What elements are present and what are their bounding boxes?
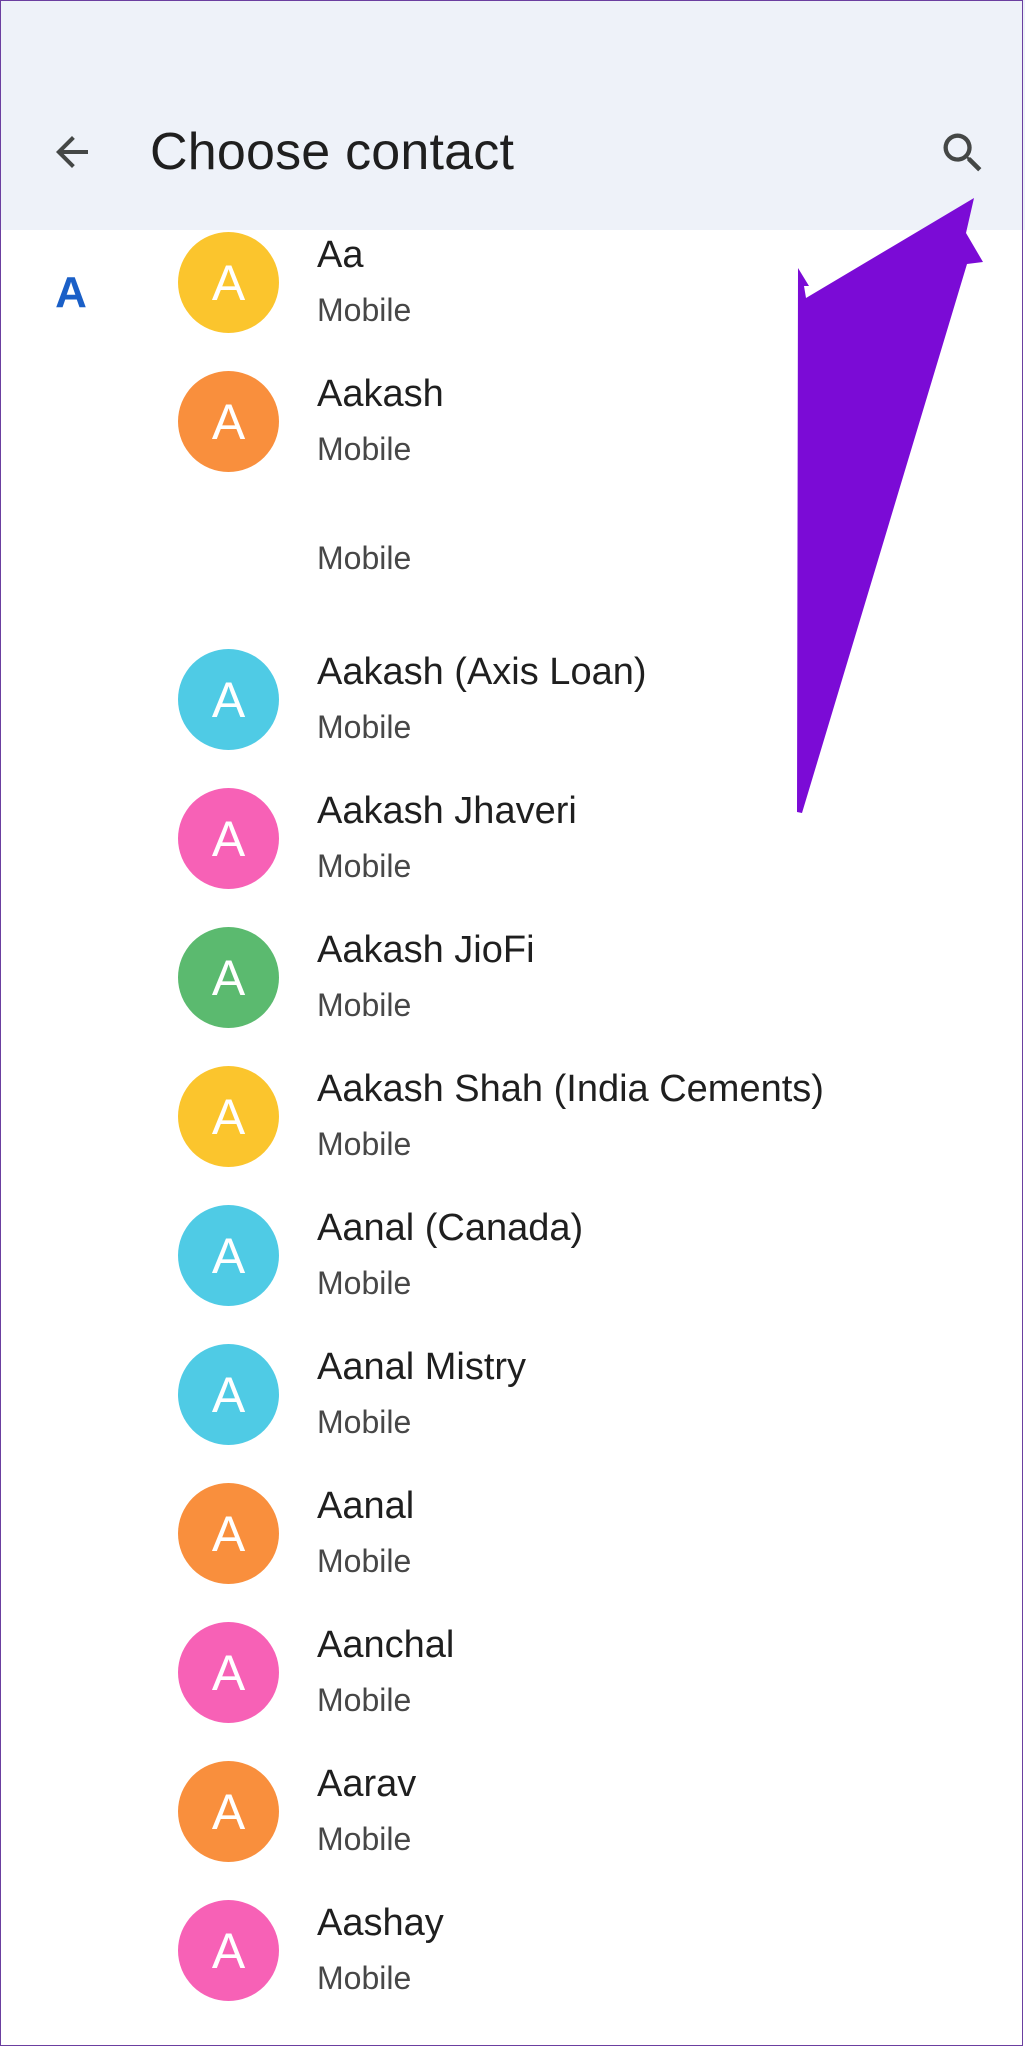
contact-avatar: A bbox=[178, 371, 279, 472]
contact-row[interactable]: A Aanal Mobile bbox=[0, 1481, 1025, 1620]
contact-number-type: Mobile bbox=[317, 1682, 412, 1718]
contact-row[interactable]: A Aakash Mobile bbox=[0, 369, 1025, 508]
contact-number-type: Mobile bbox=[317, 1126, 412, 1162]
contact-row[interactable]: A Aashay Mobile bbox=[0, 1898, 1025, 2037]
contact-avatar: A bbox=[178, 1761, 279, 1862]
contact-row[interactable]: A Aakash (Axis Loan) Mobile bbox=[0, 647, 1025, 786]
contact-avatar: A bbox=[178, 1622, 279, 1723]
contact-name: Aanal Mistry bbox=[317, 1346, 527, 1388]
contact-name: Aanchal bbox=[317, 1624, 455, 1666]
contact-avatar: A bbox=[178, 788, 279, 889]
search-icon bbox=[943, 133, 982, 172]
contact-number-type: Mobile bbox=[317, 848, 412, 884]
contact-number-type: Mobile bbox=[317, 1404, 412, 1440]
contact-avatar: A bbox=[178, 1483, 279, 1584]
contact-avatar: A bbox=[178, 1066, 279, 1167]
contact-row[interactable]: A Aakash JioFi Mobile bbox=[0, 925, 1025, 1064]
contact-name: Aa bbox=[317, 234, 364, 276]
contact-number-type: Mobile bbox=[317, 987, 412, 1023]
contact-row[interactable]: A Aa Mobile bbox=[0, 230, 1025, 369]
contact-name: Aakash (Axis Loan) bbox=[317, 651, 647, 693]
contact-number-type: Mobile bbox=[317, 431, 412, 467]
contact-name: Aashay bbox=[317, 1902, 444, 1944]
contact-name: Aarav bbox=[317, 1763, 417, 1805]
contact-avatar: A bbox=[178, 1900, 279, 2001]
contact-avatar: A bbox=[178, 649, 279, 750]
contact-avatar: A bbox=[178, 927, 279, 1028]
contact-name: Aanal bbox=[317, 1485, 415, 1527]
contact-row[interactable]: A Aakash Jhaveri Mobile bbox=[0, 786, 1025, 925]
contact-row[interactable]: Mobile bbox=[0, 508, 1025, 647]
app-bar: Choose contact bbox=[0, 0, 1025, 230]
contact-name: Aakash JioFi bbox=[317, 929, 535, 971]
back-button[interactable] bbox=[38, 118, 106, 186]
contact-row[interactable]: A Aarav Mobile bbox=[0, 1759, 1025, 1898]
arrow-left-icon bbox=[56, 136, 88, 168]
page-title: Choose contact bbox=[150, 123, 515, 181]
contact-name: Aakash Jhaveri bbox=[317, 790, 577, 832]
contact-number-type: Mobile bbox=[317, 540, 412, 576]
contact-number-type: Mobile bbox=[317, 1543, 412, 1579]
contact-row[interactable]: A Aanchal Mobile bbox=[0, 1620, 1025, 1759]
contact-avatar: A bbox=[178, 1344, 279, 1445]
contact-name: Aanal (Canada) bbox=[317, 1207, 584, 1249]
contact-number-type: Mobile bbox=[317, 1821, 412, 1857]
contact-row[interactable]: A Aakash Shah (India Cements) Mobile bbox=[0, 1064, 1025, 1203]
contact-number-type: Mobile bbox=[317, 292, 412, 328]
contact-name: Aakash bbox=[317, 373, 444, 415]
contact-avatar: A bbox=[178, 1205, 279, 1306]
contact-avatar: A bbox=[178, 232, 279, 333]
search-button[interactable] bbox=[928, 118, 998, 188]
contact-number-type: Mobile bbox=[317, 1960, 412, 1996]
contact-row[interactable]: A Aanal (Canada) Mobile bbox=[0, 1203, 1025, 1342]
contact-number-type: Mobile bbox=[317, 1265, 412, 1301]
contact-number-type: Mobile bbox=[317, 709, 412, 745]
contact-name: Aakash Shah (India Cements) bbox=[317, 1068, 824, 1110]
contact-row[interactable]: A Aanal Mistry Mobile bbox=[0, 1342, 1025, 1481]
